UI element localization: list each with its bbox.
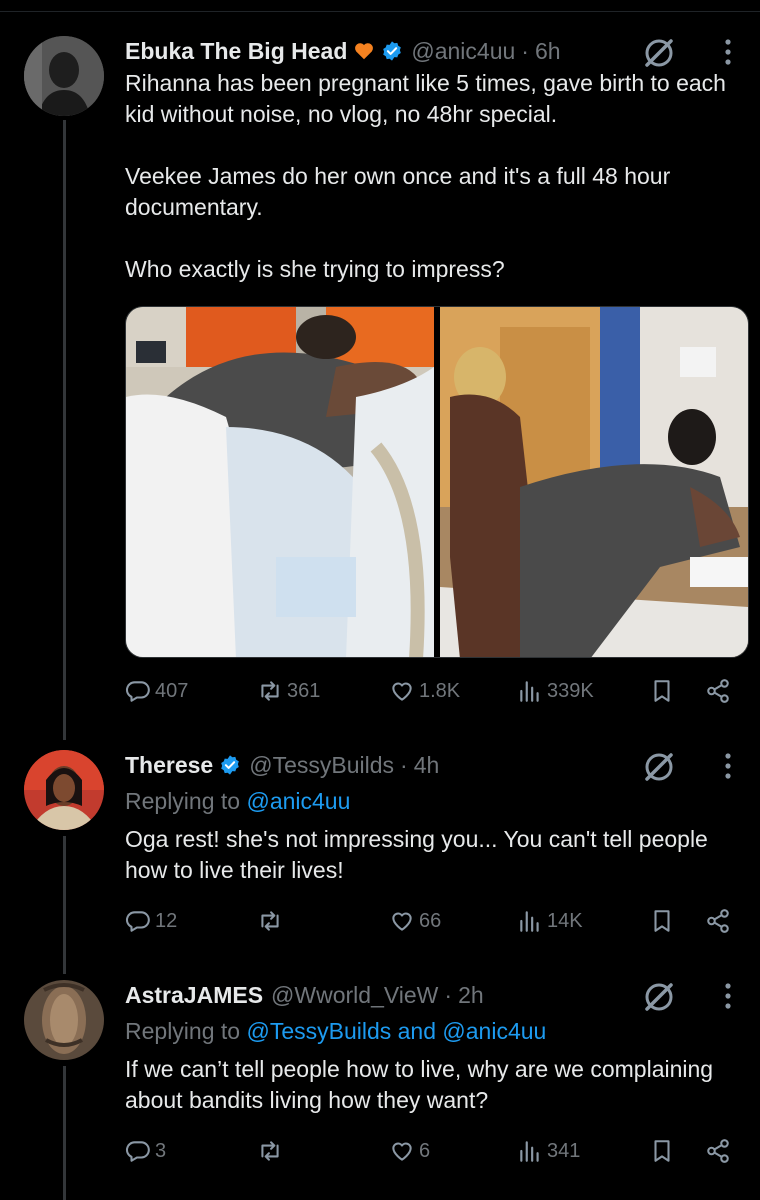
views-icon: [520, 1141, 539, 1162]
timestamp[interactable]: 4h: [414, 752, 440, 779]
views-button[interactable]: 14K: [517, 908, 583, 934]
handle[interactable]: @Wworld_VieW: [271, 982, 438, 1009]
handle[interactable]: @TessyBuilds: [249, 752, 394, 779]
avatar[interactable]: [24, 980, 104, 1060]
share-icon: [707, 1139, 729, 1163]
view-count: 14K: [547, 909, 583, 932]
repost-button[interactable]: [257, 1138, 287, 1164]
bookmark-icon: [654, 1140, 670, 1162]
repost-icon: [261, 681, 279, 701]
reply-count: 3: [155, 1139, 167, 1162]
separator-dot: ·: [521, 37, 529, 64]
heart-icon: [392, 912, 412, 931]
replying-to-mention[interactable]: @anic4uu: [246, 788, 350, 814]
bookmark-button[interactable]: [649, 1138, 679, 1164]
reply-icon: [125, 1141, 150, 1162]
replying-to: Replying to @anic4uu: [125, 786, 748, 816]
reply-button[interactable]: 407: [125, 678, 188, 704]
views-icon: [520, 681, 539, 702]
grok-icon[interactable]: [642, 750, 676, 784]
repost-button[interactable]: 361: [257, 678, 320, 704]
verified-badge-icon[interactable]: [381, 40, 403, 62]
replying-to-mention[interactable]: @TessyBuilds and @anic4uu: [246, 1018, 546, 1044]
bookmark-button[interactable]: [649, 678, 679, 704]
like-button[interactable]: 6: [389, 1138, 430, 1164]
timestamp[interactable]: 2h: [458, 982, 484, 1009]
bookmark-icon: [654, 910, 670, 932]
share-icon: [707, 679, 729, 703]
post-paragraph: Rihanna has been pregnant like 5 times, …: [125, 70, 726, 127]
timestamp[interactable]: 6h: [535, 38, 561, 65]
avatar[interactable]: [24, 36, 104, 116]
repost-button[interactable]: [257, 908, 287, 934]
grok-icon[interactable]: [642, 36, 676, 70]
like-button[interactable]: 66: [389, 908, 441, 934]
post-media[interactable]: [125, 306, 749, 658]
display-name[interactable]: AstraJAMES: [125, 982, 263, 1009]
replying-to-prefix: Replying to: [125, 788, 241, 814]
like-count: 6: [419, 1139, 431, 1162]
reply-icon: [125, 911, 150, 932]
display-name[interactable]: Ebuka The Big Head: [125, 38, 347, 65]
verified-badge-icon[interactable]: [219, 754, 241, 776]
view-count: 341: [547, 1139, 581, 1162]
bookmark-button[interactable]: [649, 908, 679, 934]
views-button[interactable]: 339K: [517, 678, 594, 704]
share-button[interactable]: [705, 678, 735, 704]
views-button[interactable]: 341: [517, 1138, 580, 1164]
orange-heart-icon: [353, 40, 375, 62]
replying-to-prefix: Replying to: [125, 1018, 241, 1044]
post-main[interactable]: Ebuka The Big Head @anic4uu · 6h Rihanna…: [0, 0, 760, 730]
reply-count: 407: [155, 679, 189, 702]
share-button[interactable]: [705, 1138, 735, 1164]
post-actions: 407 361 1.8K 339K: [125, 678, 745, 712]
like-count: 1.8K: [419, 679, 461, 702]
post-actions: 12 66 14K: [125, 908, 745, 942]
post-text: Rihanna has been pregnant like 5 times, …: [125, 68, 748, 285]
heart-icon: [392, 1142, 412, 1161]
more-options-icon[interactable]: [722, 982, 734, 1010]
separator-dot: ·: [444, 981, 453, 1008]
views-icon: [520, 911, 539, 932]
repost-icon: [261, 911, 279, 931]
post-paragraph: Veekee James do her own once and it's a …: [125, 163, 671, 220]
share-button[interactable]: [705, 908, 735, 934]
post-text: If we can’t tell people how to live, why…: [125, 1056, 714, 1113]
more-options-icon[interactable]: [722, 752, 734, 780]
reply-post[interactable]: Therese @TessyBuilds · 4h Replying to @a…: [0, 750, 760, 970]
replying-to: Replying to @TessyBuilds and @anic4uu: [125, 1016, 748, 1046]
post-actions: 3 6 341: [125, 1138, 745, 1172]
more-options-icon[interactable]: [722, 38, 734, 66]
reply-button[interactable]: 3: [125, 1138, 166, 1164]
grok-icon[interactable]: [642, 980, 676, 1014]
like-count: 66: [419, 909, 442, 932]
heart-icon: [392, 682, 412, 701]
view-count: 339K: [547, 679, 594, 702]
handle[interactable]: @anic4uu: [411, 38, 515, 65]
media-image-hospital-bed[interactable]: [126, 307, 434, 657]
reply-count: 12: [155, 909, 178, 932]
repost-icon: [261, 1141, 279, 1161]
post-paragraph: Who exactly is she trying to impress?: [125, 256, 505, 282]
reply-icon: [125, 681, 150, 702]
repost-count: 361: [287, 679, 321, 702]
avatar[interactable]: [24, 750, 104, 830]
separator-dot: ·: [400, 751, 408, 778]
media-image-hospital-room[interactable]: [440, 307, 748, 657]
display-name[interactable]: Therese: [125, 752, 213, 779]
reply-post[interactable]: AstraJAMES @Wworld_VieW · 2h Replying to…: [0, 980, 760, 1200]
share-icon: [707, 909, 729, 933]
bookmark-icon: [654, 680, 670, 702]
post-text: Oga rest! she's not impressing you... Yo…: [125, 826, 708, 883]
reply-button[interactable]: 12: [125, 908, 177, 934]
like-button[interactable]: 1.8K: [389, 678, 460, 704]
